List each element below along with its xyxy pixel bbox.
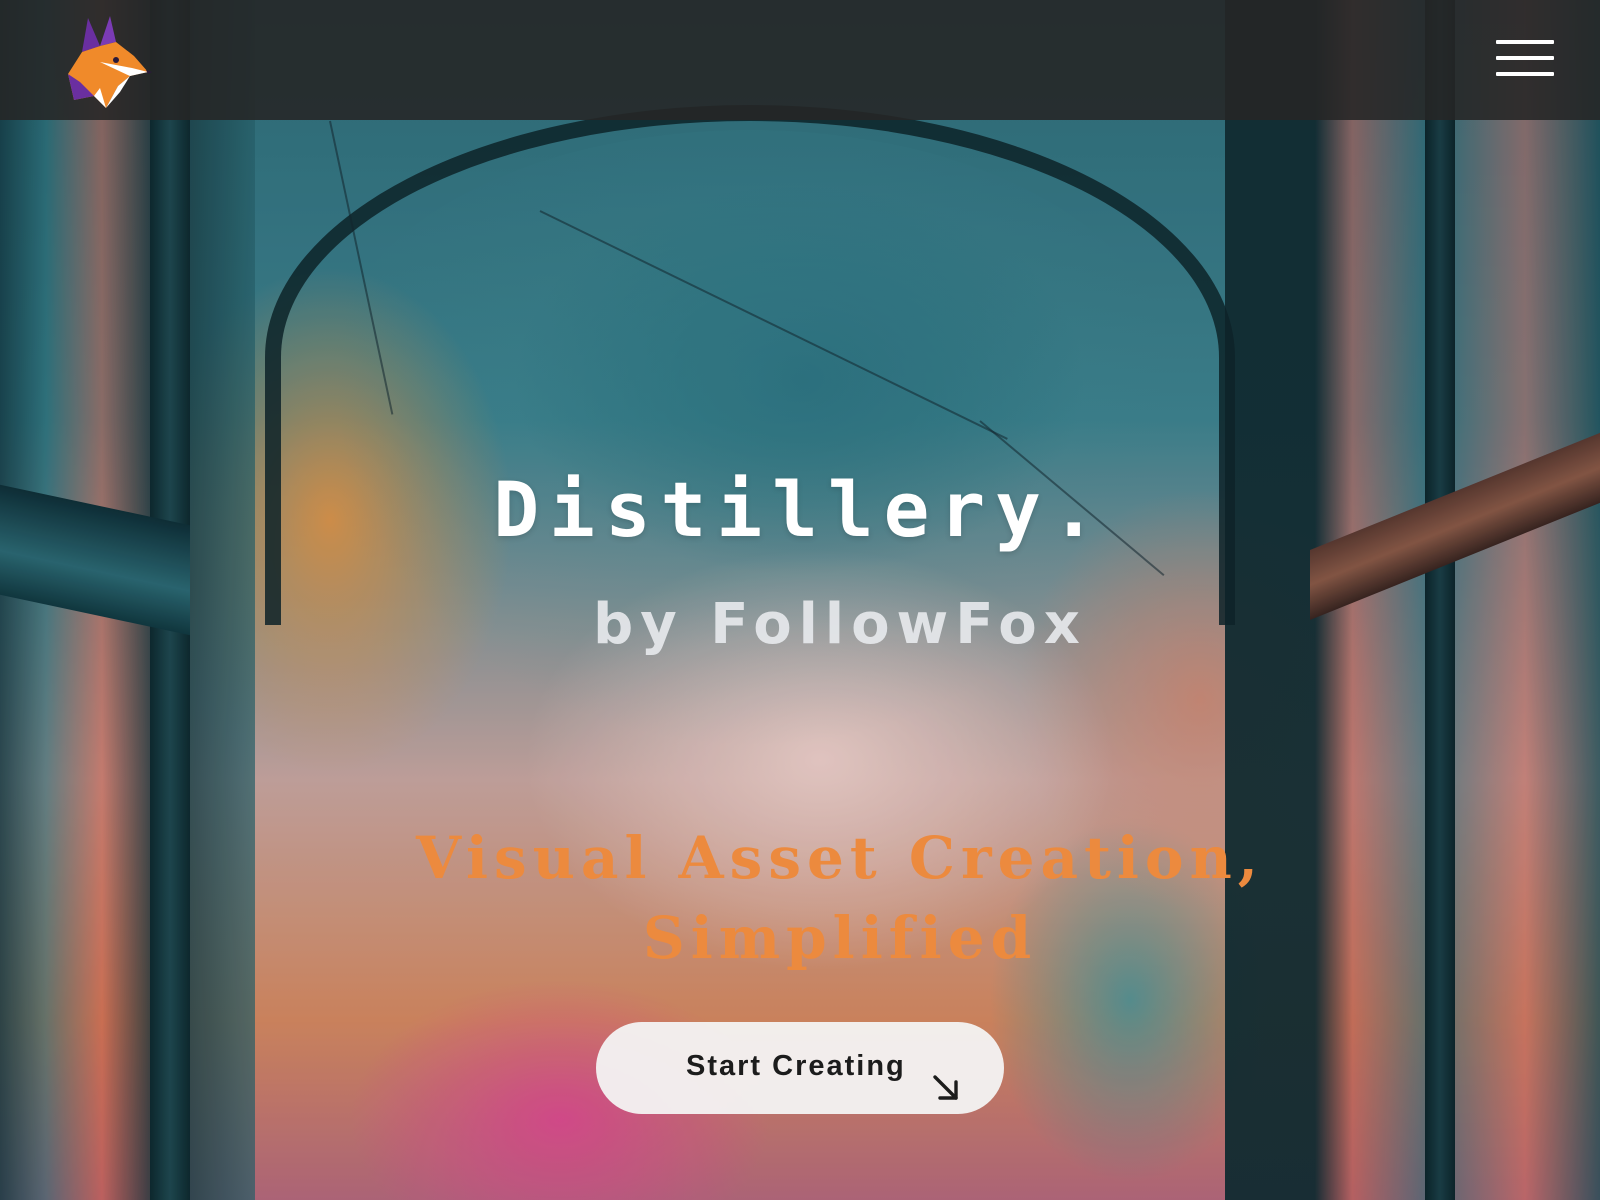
fox-head-logo-icon[interactable]: [60, 12, 152, 108]
hero-title: Distillery.: [493, 465, 1107, 554]
start-creating-label: Start Creating: [686, 1050, 906, 1082]
hero-byline: by FollowFox: [593, 592, 1087, 657]
hero-tagline: Visual Asset Creation, Simplified: [360, 818, 1320, 978]
landing-page: Distillery. by FollowFox Visual Asset Cr…: [0, 0, 1600, 1200]
menu-bar: [1496, 56, 1554, 60]
top-header: [0, 0, 1600, 120]
hero-tagline-line1: Visual Asset Creation,: [416, 824, 1264, 892]
start-creating-button[interactable]: Start Creating: [596, 1022, 1004, 1114]
menu-bar: [1496, 40, 1554, 44]
arrow-down-right-icon: [930, 1072, 962, 1104]
hamburger-menu-icon[interactable]: [1496, 36, 1562, 82]
menu-bar: [1496, 72, 1554, 76]
hero-tagline-line2: Simplified: [642, 904, 1038, 972]
